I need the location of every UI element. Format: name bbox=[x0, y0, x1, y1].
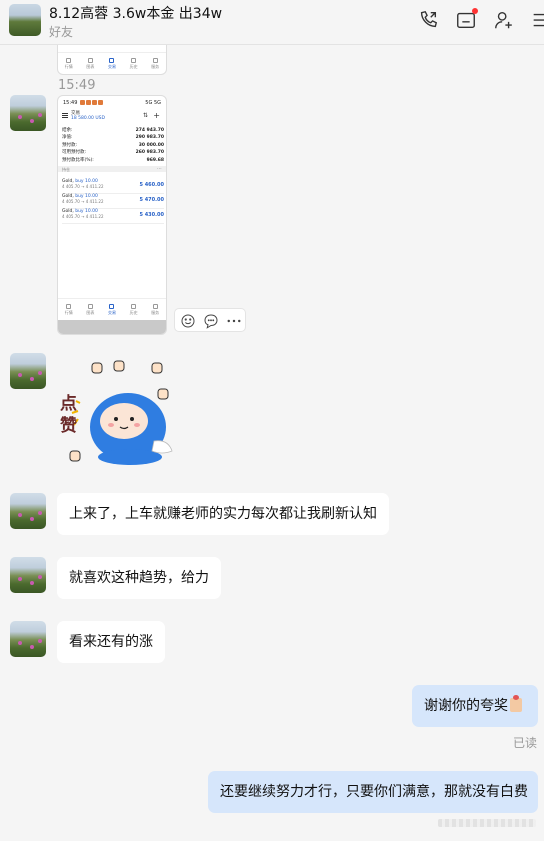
notification-dot bbox=[472, 8, 478, 14]
contact-avatar[interactable] bbox=[9, 4, 41, 36]
sender-avatar[interactable] bbox=[10, 95, 46, 131]
screenshot-section-label: 持仓 bbox=[62, 167, 70, 172]
gift-emoji-icon bbox=[510, 695, 522, 712]
screenshot-account-balance: 18 580.00 USD bbox=[71, 116, 105, 121]
screenshot-position: Gold, buy 10.00 4 405.70 → 4 411.22 5 43… bbox=[62, 209, 164, 224]
my-message-bubble[interactable]: 还要继续努力才行，只要你们满意，那就没有白费 bbox=[208, 771, 538, 813]
message-bubble[interactable]: 看来还有的涨 bbox=[57, 621, 165, 663]
message-bubble[interactable]: 就喜欢这种趋势，给力 bbox=[57, 557, 221, 599]
emoji-icon[interactable] bbox=[179, 312, 197, 330]
sender-avatar[interactable] bbox=[10, 621, 46, 657]
add-user-icon[interactable] bbox=[493, 9, 515, 31]
message-list[interactable]: 行情 图表 交易 历史 服务 15:49 15:49 5G 5G 交易 18 5… bbox=[0, 45, 544, 841]
screenshot-position: Gold, buy 10.00 4 405.70 → 4 411.22 5 46… bbox=[62, 179, 164, 194]
sender-avatar[interactable] bbox=[10, 493, 46, 529]
message-actions bbox=[174, 308, 246, 332]
chat-header: 8.12高蓉 3.6w本金 出34w 好友 bbox=[0, 0, 544, 45]
sticker-text: 点赞 bbox=[60, 394, 77, 436]
watermark bbox=[438, 819, 536, 827]
comment-icon[interactable] bbox=[202, 312, 220, 330]
time-divider: 15:49 bbox=[58, 78, 96, 93]
screenshot-tabbar: 行情 图表 交易 历史 服务 bbox=[58, 52, 166, 74]
contact-subtitle: 好友 bbox=[49, 25, 74, 39]
screenshot-sort-icon: ⇅ bbox=[142, 112, 148, 119]
image-message-2[interactable]: 15:49 5G 5G 交易 18 580.00 USD ⇅ + 结余: 274 … bbox=[57, 95, 167, 335]
my-message-bubble[interactable]: 谢谢你的夸奖 bbox=[412, 685, 538, 727]
contact-name[interactable]: 8.12高蓉 3.6w本金 出34w bbox=[49, 3, 222, 23]
sender-avatar[interactable] bbox=[10, 557, 46, 593]
sticker-message[interactable]: 点赞 bbox=[58, 355, 176, 473]
folder-icon[interactable] bbox=[455, 8, 478, 31]
screenshot-add-icon: + bbox=[153, 111, 160, 120]
read-receipt: 已读 bbox=[513, 736, 538, 750]
menu-icon[interactable] bbox=[530, 9, 544, 31]
screenshot-tabbar: 行情 图表 交易 历史 服务 bbox=[58, 298, 166, 320]
screenshot-position: Gold, buy 10.00 4 405.70 → 4 411.22 5 47… bbox=[62, 194, 164, 209]
screenshot-summary: 结余: 274 943.70 净值: 290 983.70 预付款: 30 000.0… bbox=[62, 128, 164, 163]
screenshot-signal: 5G 5G bbox=[145, 100, 161, 106]
message-bubble[interactable]: 上来了，上车就赚老师的实力每次都让我刷新认知 bbox=[57, 493, 389, 535]
my-message-text: 谢谢你的夸奖 bbox=[424, 698, 508, 714]
phone-icon[interactable] bbox=[417, 9, 439, 31]
screenshot-status-time: 15:49 bbox=[63, 100, 78, 106]
image-message-1[interactable]: 行情 图表 交易 历史 服务 bbox=[57, 45, 167, 75]
sender-avatar[interactable] bbox=[10, 353, 46, 389]
screenshot-menu-icon bbox=[62, 113, 68, 118]
more-icon[interactable] bbox=[225, 312, 243, 330]
